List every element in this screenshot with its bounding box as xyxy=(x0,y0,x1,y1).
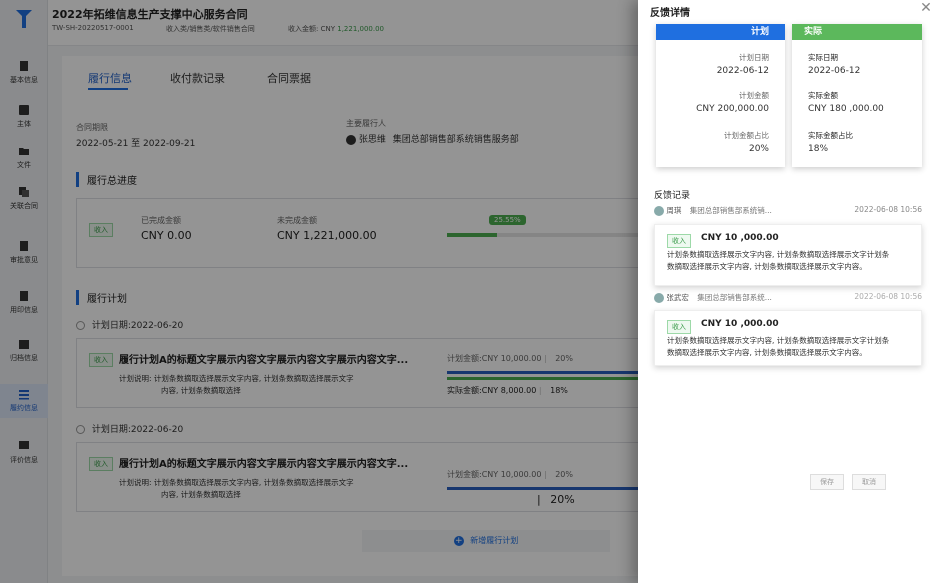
record-meta: 张武宏 集团总部销售部系统... 2022-06-08 10:56 xyxy=(654,292,922,306)
plan-date-value: 2022-06-12 xyxy=(716,66,769,76)
plan-panel-head: 计划 xyxy=(656,24,785,40)
plan-ratio-value: 20% xyxy=(748,144,769,154)
feedback-drawer: 反馈详情 ✕ 计划 计划日期 2022-06-12 计划金额 CNY 200,0… xyxy=(638,0,943,583)
record-amount: CNY 10 ,000.00 xyxy=(701,319,779,329)
actual-ratio-label: 实际金额占比 xyxy=(808,131,853,140)
close-icon[interactable]: ✕ xyxy=(916,0,936,18)
modal-overlay[interactable] xyxy=(0,0,638,583)
record-amount: CNY 10 ,000.00 xyxy=(701,233,779,243)
actual-date-label: 实际日期 xyxy=(808,53,838,62)
plan-panel: 计划 计划日期 2022-06-12 计划金额 CNY 200,000.00 计… xyxy=(656,24,785,167)
actual-panel: 实际 实际日期 2022-06-12 实际金额 CNY 180 ,000.00 … xyxy=(792,24,922,167)
record-card: 收入 CNY 10 ,000.00 计划条数摘取选择展示文字内容, 计划条数摘取… xyxy=(654,224,922,286)
income-tag: 收入 xyxy=(667,320,691,334)
plan-amount-value: CNY 200,000.00 xyxy=(696,104,769,114)
record-meta: 周琪 集团总部销售部系统销... 2022-06-08 10:56 xyxy=(654,205,922,219)
plan-ratio-label: 计划金额占比 xyxy=(724,131,769,140)
record-text: 计划条数摘取选择展示文字内容, 计划条数摘取选择展示文字计划条 数摘取选择展示文… xyxy=(667,336,890,357)
actual-amount-value: CNY 180 ,000.00 xyxy=(808,104,884,114)
avatar xyxy=(654,206,664,216)
watermark-text: CSDN @j_y25 xyxy=(862,562,931,573)
actual-date-value: 2022-06-12 xyxy=(808,66,861,76)
record-card: 收入 CNY 10 ,000.00 计划条数摘取选择展示文字内容, 计划条数摘取… xyxy=(654,310,922,366)
save-button[interactable]: 保存 xyxy=(810,474,844,490)
avatar xyxy=(654,293,664,303)
records-title: 反馈记录 xyxy=(654,191,691,201)
income-tag: 收入 xyxy=(667,234,691,248)
plan-date-label: 计划日期 xyxy=(739,53,769,62)
record-text: 计划条数摘取选择展示文字内容, 计划条数摘取选择展示文字计划条 数摘取选择展示文… xyxy=(667,250,890,271)
actual-amount-label: 实际金额 xyxy=(808,91,838,100)
cancel-button[interactable]: 取消 xyxy=(852,474,886,490)
plan-amount-label: 计划金额 xyxy=(739,91,769,100)
actual-ratio-value: 18% xyxy=(808,144,829,154)
drawer-title: 反馈详情 xyxy=(650,8,690,19)
actual-panel-head: 实际 xyxy=(792,24,922,40)
